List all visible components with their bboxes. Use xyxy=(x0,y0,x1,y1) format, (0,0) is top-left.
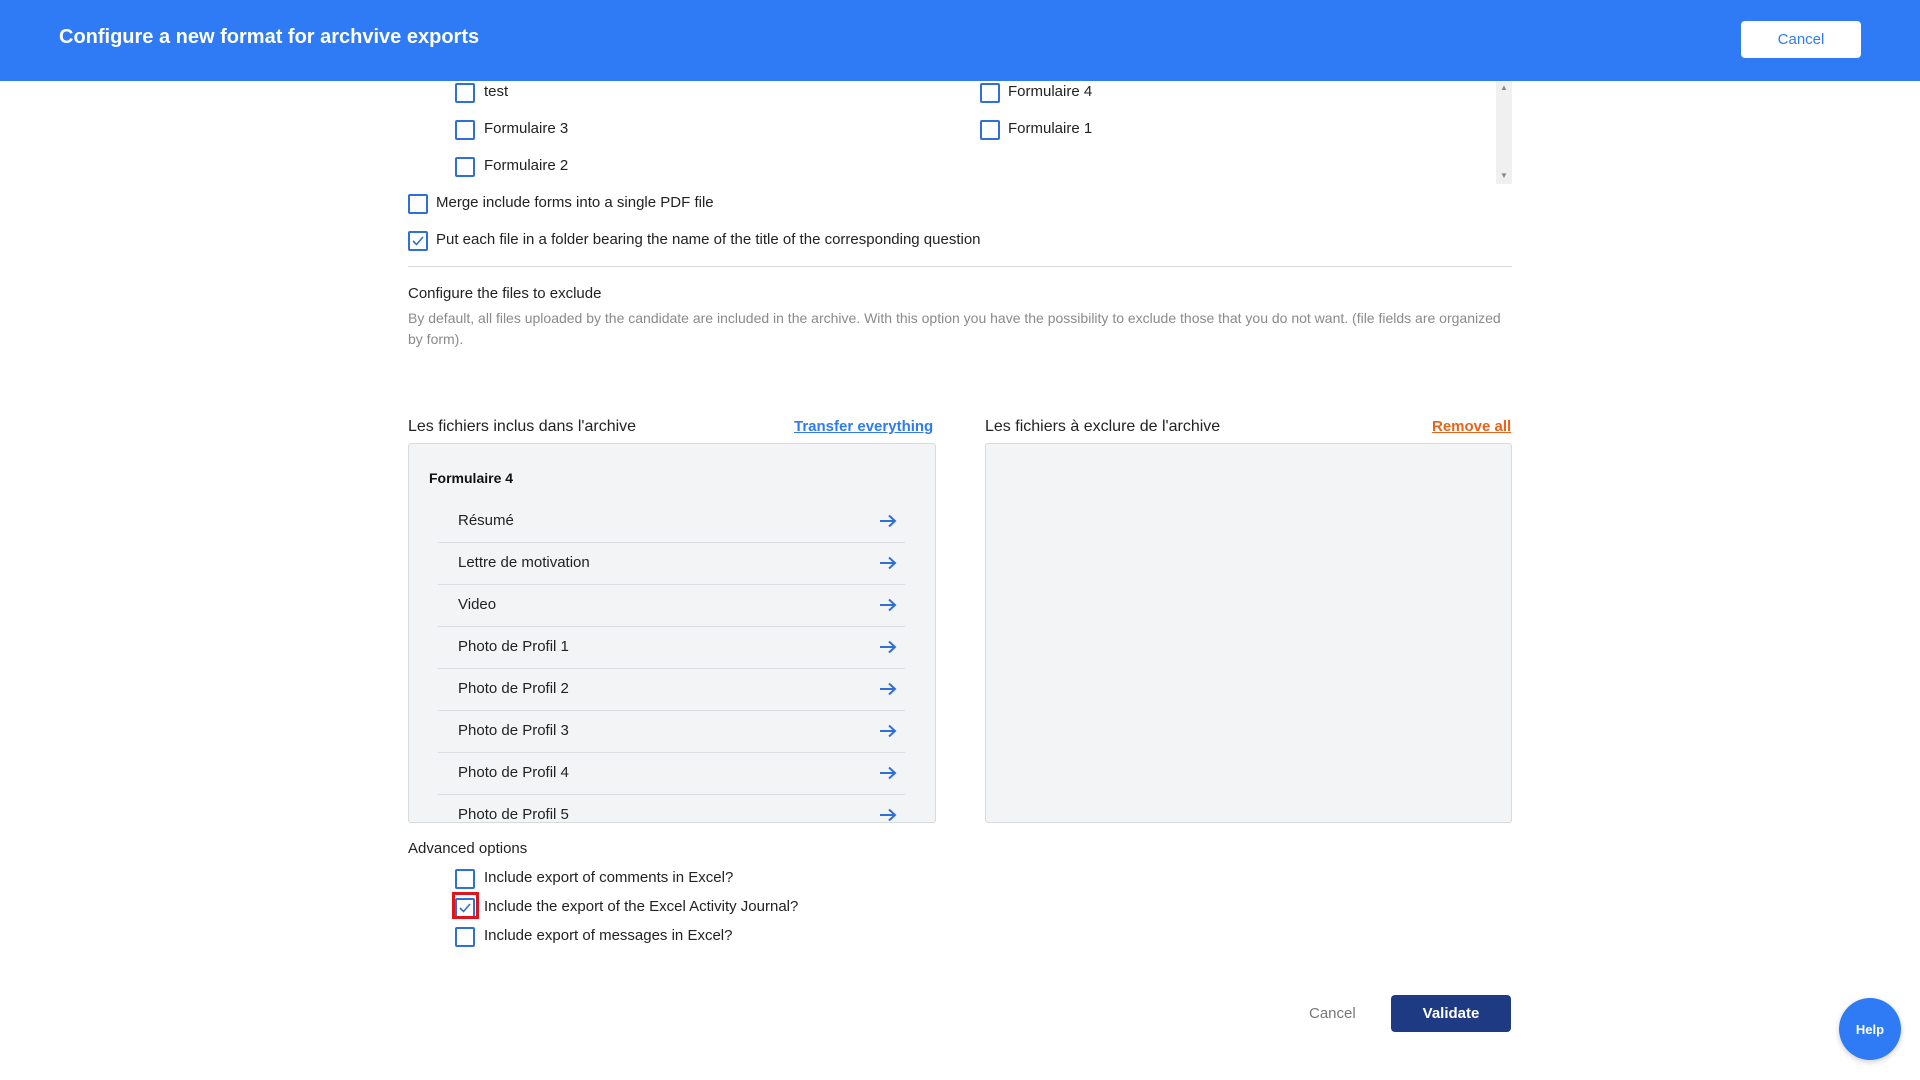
file-row: Photo de Profil 3 xyxy=(438,711,905,753)
form-checkbox-formulaire-1[interactable] xyxy=(980,120,1000,140)
help-button[interactable]: Help xyxy=(1839,998,1901,1060)
arrow-right-icon[interactable] xyxy=(879,556,897,570)
file-name: Résumé xyxy=(458,512,514,529)
arrow-right-icon[interactable] xyxy=(879,808,897,822)
comments-excel-label: Include export of comments in Excel? xyxy=(484,869,734,886)
included-files-panel[interactable]: Formulaire 4 Résumé Lettre de motivation… xyxy=(408,443,936,823)
form-checkbox-formulaire-3[interactable] xyxy=(455,120,475,140)
footer-cancel-button[interactable]: Cancel xyxy=(1309,1005,1356,1022)
excluded-files-title: Les fichiers à exclure de l'archive xyxy=(985,418,1221,435)
excluded-files-panel[interactable] xyxy=(985,443,1512,823)
arrow-right-icon[interactable] xyxy=(879,724,897,738)
comments-excel-checkbox[interactable] xyxy=(455,869,475,889)
form-checkbox-formulaire-4[interactable] xyxy=(980,83,1000,103)
file-row: Photo de Profil 1 xyxy=(438,627,905,669)
validate-button[interactable]: Validate xyxy=(1391,995,1511,1032)
advanced-options-title: Advanced options xyxy=(408,840,528,857)
file-row: Photo de Profil 2 xyxy=(438,669,905,711)
form-label-formulaire-2: Formulaire 2 xyxy=(484,157,569,174)
file-row: Résumé xyxy=(438,501,905,543)
folder-per-question-label: Put each file in a folder bearing the na… xyxy=(436,231,981,248)
file-name: Photo de Profil 3 xyxy=(458,722,569,739)
file-row: Photo de Profil 4 xyxy=(438,753,905,795)
file-row: Lettre de motivation xyxy=(438,543,905,585)
arrow-right-icon[interactable] xyxy=(879,766,897,780)
form-label-formulaire-3: Formulaire 3 xyxy=(484,120,569,137)
scroll-up-icon[interactable]: ▲ xyxy=(1496,83,1512,92)
messages-excel-checkbox[interactable] xyxy=(455,927,475,947)
form-group-title: Formulaire 4 xyxy=(429,470,514,486)
folder-per-question-checkbox[interactable] xyxy=(408,231,428,251)
merge-pdf-label: Merge include forms into a single PDF fi… xyxy=(436,194,714,211)
check-icon xyxy=(412,236,424,246)
arrow-right-icon[interactable] xyxy=(879,514,897,528)
file-name: Photo de Profil 4 xyxy=(458,764,569,781)
merge-pdf-checkbox[interactable] xyxy=(408,194,428,214)
file-row: Photo de Profil 5 xyxy=(438,795,905,823)
activity-journal-label: Include the export of the Excel Activity… xyxy=(484,898,799,915)
form-label-formulaire-1: Formulaire 1 xyxy=(1008,120,1093,137)
exclude-section-title: Configure the files to exclude xyxy=(408,285,602,302)
page-title: Configure a new format for archvive expo… xyxy=(59,26,480,48)
focus-highlight xyxy=(452,892,479,919)
file-row: Video xyxy=(438,585,905,627)
forms-scrollbar[interactable]: ▲ ▼ xyxy=(1496,81,1512,184)
section-divider xyxy=(408,266,1512,267)
scroll-down-icon[interactable]: ▼ xyxy=(1496,171,1512,180)
form-label-formulaire-4: Formulaire 4 xyxy=(1008,83,1093,100)
arrow-right-icon[interactable] xyxy=(879,682,897,696)
form-checkbox-test[interactable] xyxy=(455,83,475,103)
file-name: Photo de Profil 5 xyxy=(458,806,569,823)
form-checkbox-formulaire-2[interactable] xyxy=(455,157,475,177)
file-name: Photo de Profil 1 xyxy=(458,638,569,655)
remove-all-link[interactable]: Remove all xyxy=(1432,418,1511,435)
header-cancel-button[interactable]: Cancel xyxy=(1741,21,1861,58)
file-name: Lettre de motivation xyxy=(458,554,590,571)
file-name: Photo de Profil 2 xyxy=(458,680,569,697)
arrow-right-icon[interactable] xyxy=(879,640,897,654)
file-name: Video xyxy=(458,596,497,613)
included-files-title: Les fichiers inclus dans l'archive xyxy=(408,418,637,435)
exclude-section-description: By default, all files uploaded by the ca… xyxy=(408,310,1501,347)
form-label-test: test xyxy=(484,83,509,100)
messages-excel-label: Include export of messages in Excel? xyxy=(484,927,733,944)
arrow-right-icon[interactable] xyxy=(879,598,897,612)
header-bar: Configure a new format for archvive expo… xyxy=(0,0,1920,81)
transfer-everything-link[interactable]: Transfer everything xyxy=(794,418,933,435)
